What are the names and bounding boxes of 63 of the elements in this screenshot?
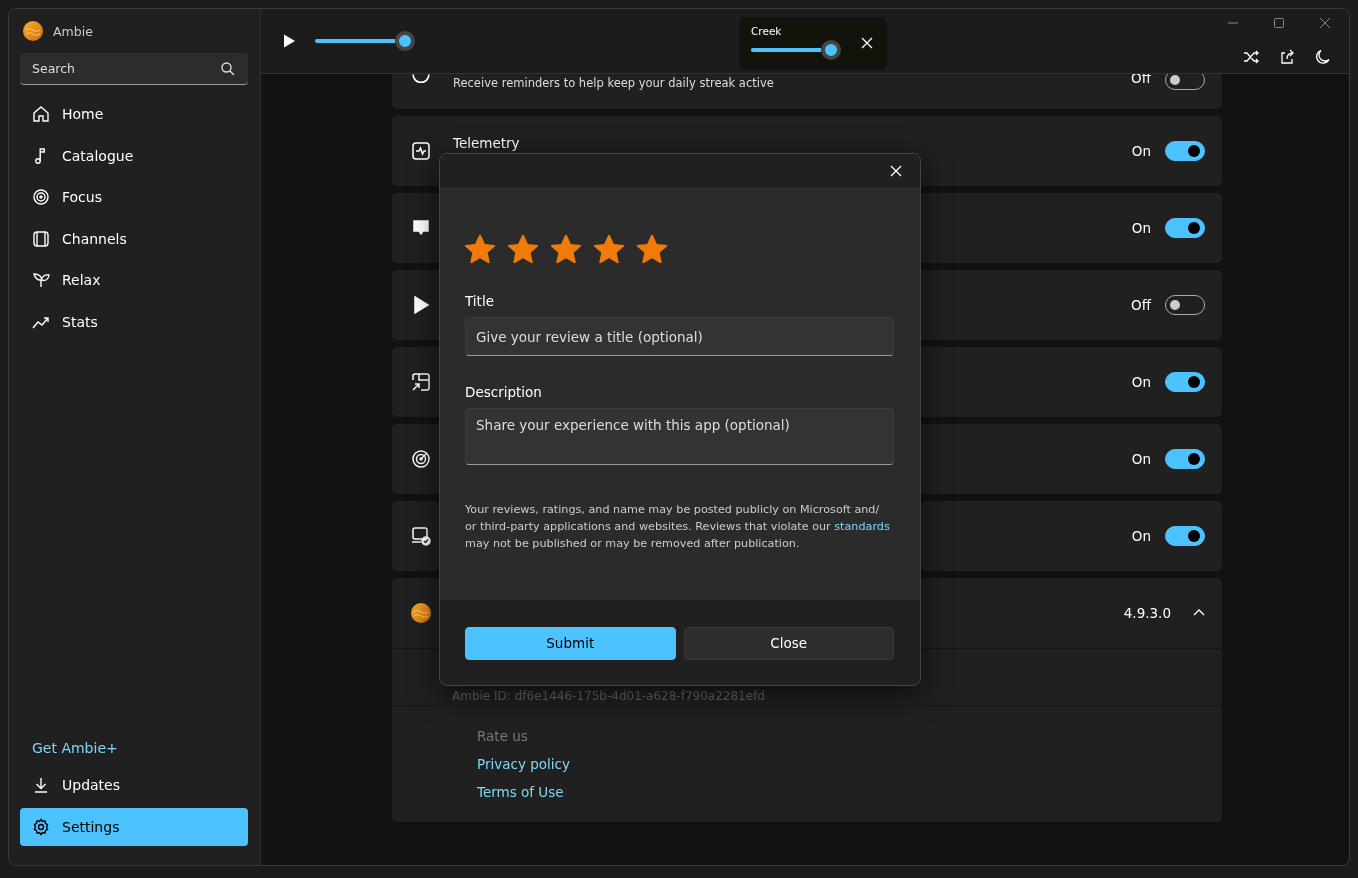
moon-icon[interactable]	[1315, 49, 1331, 65]
setting-description: Receive reminders to help keep your daily streak active	[453, 76, 775, 90]
nav-item[interactable]: Focus	[20, 178, 248, 216]
toggle-switch[interactable]	[1165, 526, 1205, 546]
logo-icon	[411, 603, 431, 623]
slider-thumb[interactable]	[395, 31, 415, 51]
toggle-state: On	[1131, 374, 1151, 390]
nav-item[interactable]: Channels	[20, 219, 248, 258]
star-icon[interactable]	[465, 235, 495, 263]
download-icon	[32, 776, 50, 794]
setting-title: Telemetry	[453, 135, 521, 151]
film-icon	[32, 229, 50, 248]
disclaimer-text: Your reviews, ratings, and name may be posted publicly on Microsoft and/ or third-party applications and websites. Reviews that violate our standards may not be published or may be removed after publication.	[465, 502, 891, 552]
share-icon[interactable]	[1279, 49, 1295, 65]
shuffle-icon[interactable]	[1243, 49, 1259, 65]
star-icon[interactable]	[551, 235, 581, 263]
play-icon[interactable]	[281, 33, 297, 49]
pulse-icon	[411, 141, 431, 161]
slider-thumb[interactable]	[821, 40, 841, 60]
close-button[interactable]: Close	[683, 626, 894, 660]
version-text: 4.9.3.0	[1123, 605, 1171, 621]
logo-icon	[23, 21, 43, 41]
link[interactable]: Terms of Use	[477, 784, 564, 800]
search-field[interactable]: Search	[20, 53, 248, 85]
toggle-state: On	[1131, 220, 1151, 236]
toggle-switch[interactable]	[1165, 449, 1205, 469]
toggle-state: On	[1131, 451, 1151, 467]
description-field[interactable]: Share your experience with this app (optional)	[465, 408, 894, 465]
home-icon	[32, 105, 50, 123]
submit-button[interactable]: Submit	[465, 626, 676, 660]
link[interactable]: Privacy policy	[477, 756, 570, 772]
maximize-icon[interactable]	[1273, 17, 1285, 29]
leaf-icon	[32, 271, 50, 289]
target-icon	[32, 188, 50, 206]
toggle-switch[interactable]	[1165, 141, 1205, 161]
resize-icon	[411, 372, 431, 392]
title-field[interactable]: Give your review a title (optional)	[465, 317, 894, 356]
nav-item[interactable]: Relax	[20, 261, 248, 299]
app-title: Ambie	[53, 23, 93, 39]
sound-name: Creek	[751, 25, 783, 37]
monitor-icon	[411, 526, 431, 546]
settings-icon	[32, 817, 50, 836]
toggle-state: On	[1131, 528, 1151, 544]
play-icon	[411, 295, 431, 315]
field-label: Title	[465, 293, 494, 309]
search-icon[interactable]	[220, 61, 236, 77]
get-plus-link[interactable]: Get Ambie+	[20, 740, 130, 766]
toggle-switch[interactable]	[1165, 372, 1205, 392]
star-icon[interactable]	[594, 235, 624, 263]
nav-item[interactable]: Home	[20, 95, 248, 133]
nav-item[interactable]: Stats	[20, 302, 248, 341]
star-icon[interactable]	[508, 235, 538, 263]
nav-item[interactable]: Catalogue	[20, 136, 248, 175]
star-icon[interactable]	[637, 235, 667, 263]
toggle-switch[interactable]	[1165, 218, 1205, 238]
chat-icon	[411, 218, 431, 238]
target-icon	[411, 449, 431, 469]
toggle-state: Off	[1131, 297, 1151, 313]
nav-item[interactable]: Settings	[20, 807, 248, 846]
nav-item[interactable]: Updates	[20, 766, 248, 804]
standards-link[interactable]: standards	[834, 520, 890, 533]
toggle-state: On	[1131, 143, 1151, 159]
field-label: Description	[465, 384, 542, 400]
